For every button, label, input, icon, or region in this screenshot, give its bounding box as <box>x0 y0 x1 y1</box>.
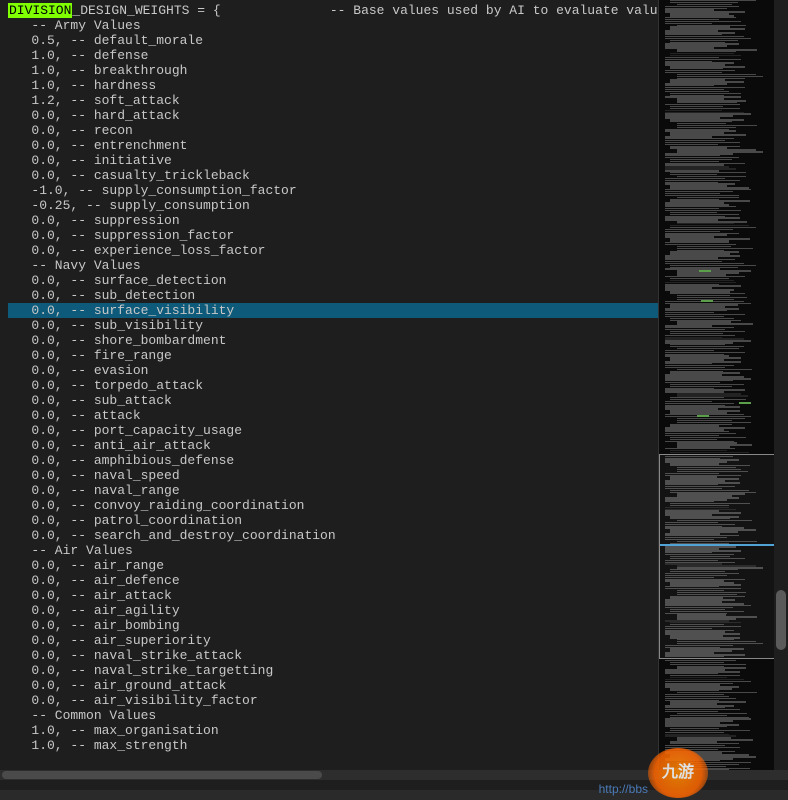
code-line[interactable]: 0.0, -- hard_attack <box>8 108 658 123</box>
code-line[interactable]: 0.0, -- air_defence <box>8 573 658 588</box>
code-line[interactable]: 0.0, -- evasion <box>8 363 658 378</box>
code-line[interactable]: -- Common Values <box>8 708 658 723</box>
code-line[interactable]: 0.0, -- sub_attack <box>8 393 658 408</box>
code-line-selected[interactable]: 0.0, -- surface_visibility <box>8 303 658 318</box>
code-line[interactable]: 0.0, -- convoy_raiding_coordination <box>8 498 658 513</box>
search-highlight: DIVISION <box>8 3 72 18</box>
code-line[interactable]: 0.0, -- experience_loss_factor <box>8 243 658 258</box>
code-line[interactable]: 0.0, -- patrol_coordination <box>8 513 658 528</box>
code-line[interactable]: -- Army Values <box>8 18 658 33</box>
code-line[interactable]: 0.0, -- entrenchment <box>8 138 658 153</box>
code-line[interactable]: 1.0, -- hardness <box>8 78 658 93</box>
code-line[interactable]: 0.0, -- search_and_destroy_coordination <box>8 528 658 543</box>
code-line[interactable]: 0.0, -- fire_range <box>8 348 658 363</box>
code-line[interactable]: 0.0, -- suppression_factor <box>8 228 658 243</box>
code-line[interactable]: 0.0, -- air_ground_attack <box>8 678 658 693</box>
code-line[interactable]: 1.0, -- max_strength <box>8 738 658 753</box>
vertical-scrollbar-thumb[interactable] <box>776 590 786 650</box>
minimap-marker <box>739 402 751 404</box>
code-line[interactable]: 0.0, -- surface_detection <box>8 273 658 288</box>
code-line[interactable]: 0.0, -- port_capacity_usage <box>8 423 658 438</box>
minimap[interactable] <box>658 0 788 778</box>
vertical-scrollbar[interactable] <box>774 0 788 780</box>
code-line[interactable]: 0.0, -- air_agility <box>8 603 658 618</box>
code-line[interactable]: 0.0, -- air_bombing <box>8 618 658 633</box>
minimap-content <box>662 0 785 778</box>
code-line[interactable]: 1.0, -- breakthrough <box>8 63 658 78</box>
minimap-marker <box>699 270 711 272</box>
minimap-viewport[interactable] <box>659 454 788 659</box>
code-line[interactable]: 0.5, -- default_morale <box>8 33 658 48</box>
code-line[interactable]: 1.2, -- soft_attack <box>8 93 658 108</box>
code-line[interactable]: 0.0, -- naval_range <box>8 483 658 498</box>
code-line[interactable]: 0.0, -- naval_strike_attack <box>8 648 658 663</box>
code-line[interactable]: -- Air Values <box>8 543 658 558</box>
minimap-marker <box>701 300 713 302</box>
code-line[interactable]: 0.0, -- torpedo_attack <box>8 378 658 393</box>
code-line[interactable]: -1.0, -- supply_consumption_factor <box>8 183 658 198</box>
code-line[interactable]: 0.0, -- shore_bombardment <box>8 333 658 348</box>
code-line[interactable]: 1.0, -- defense <box>8 48 658 63</box>
code-line[interactable]: 0.0, -- recon <box>8 123 658 138</box>
code-line[interactable]: 0.0, -- naval_speed <box>8 468 658 483</box>
code-line[interactable]: 0.0, -- casualty_trickleback <box>8 168 658 183</box>
code-line-first: DIVISION_DESIGN_WEIGHTS = { -- Base valu… <box>8 3 658 18</box>
code-line[interactable]: 0.0, -- amphibious_defense <box>8 453 658 468</box>
horizontal-scrollbar-thumb[interactable] <box>2 771 322 779</box>
code-line[interactable]: 0.0, -- air_attack <box>8 588 658 603</box>
code-line[interactable]: 0.0, -- suppression <box>8 213 658 228</box>
code-line[interactable]: 0.0, -- sub_detection <box>8 288 658 303</box>
code-line[interactable]: 0.0, -- attack <box>8 408 658 423</box>
code-line[interactable]: 0.0, -- sub_visibility <box>8 318 658 333</box>
code-line[interactable]: 0.0, -- naval_strike_targetting <box>8 663 658 678</box>
code-line[interactable]: 1.0, -- max_organisation <box>8 723 658 738</box>
code-line[interactable]: 0.0, -- initiative <box>8 153 658 168</box>
code-line[interactable]: -- Navy Values <box>8 258 658 273</box>
watermark-url: http://bbs <box>599 782 648 797</box>
logo-watermark: 九游 <box>648 748 708 798</box>
code-editor[interactable]: DIVISION_DESIGN_WEIGHTS = { -- Base valu… <box>0 0 658 778</box>
code-line[interactable]: -0.25, -- supply_consumption <box>8 198 658 213</box>
code-line[interactable]: 0.0, -- air_superiority <box>8 633 658 648</box>
editor-container: DIVISION_DESIGN_WEIGHTS = { -- Base valu… <box>0 0 788 778</box>
code-line[interactable]: 0.0, -- air_visibility_factor <box>8 693 658 708</box>
code-line[interactable]: 0.0, -- anti_air_attack <box>8 438 658 453</box>
code-line[interactable]: 0.0, -- air_range <box>8 558 658 573</box>
minimap-marker <box>697 415 709 417</box>
